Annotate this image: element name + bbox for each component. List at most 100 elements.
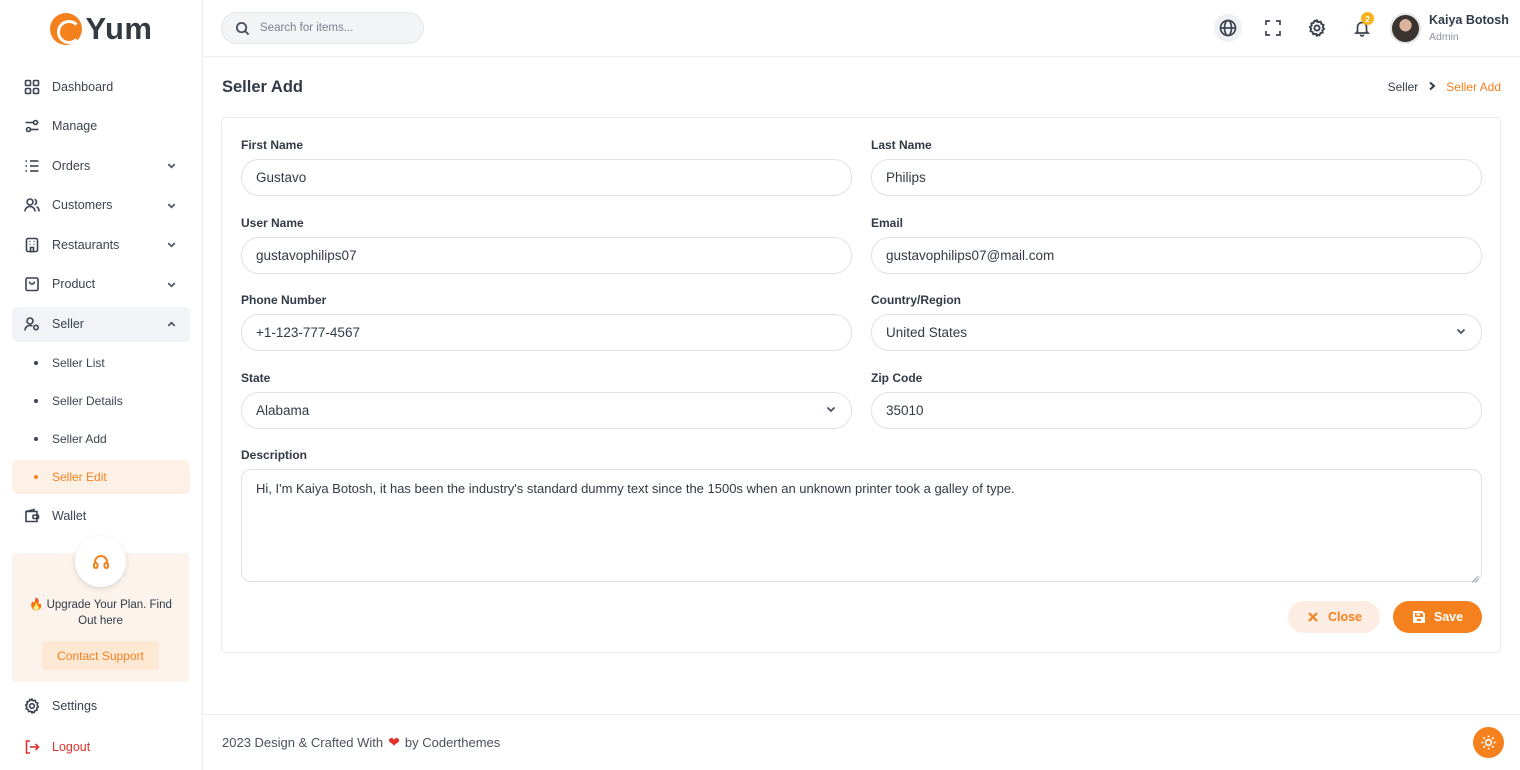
sidebar-item-restaurants[interactable]: Restaurants (12, 227, 190, 262)
sidebar-item-label: Settings (52, 699, 98, 713)
users-icon (24, 197, 40, 213)
state-label: State (241, 371, 271, 385)
footer-prefix: 2023 Design & Crafted With (222, 735, 384, 750)
sidebar-item-wallet[interactable]: Wallet (12, 498, 190, 533)
sidebar-item-logout[interactable]: Logout (12, 730, 189, 764)
first-name-label: First Name (241, 138, 304, 152)
description-value: Hi, I'm Kaiya Botosh, it has been the in… (256, 481, 1015, 496)
avatar[interactable] (1390, 13, 1421, 44)
chevron-down-icon (825, 403, 837, 418)
sidebar-item-product[interactable]: Product (12, 267, 190, 302)
sliders-icon (24, 118, 40, 134)
chevron-up-icon (166, 318, 178, 330)
sidebar-item-customers[interactable]: Customers (12, 188, 190, 223)
sidebar-subitem-seller-edit[interactable]: Seller Edit (12, 460, 190, 495)
description-label: Description (241, 448, 308, 462)
first-name-field[interactable]: Gustavo (241, 159, 852, 196)
last-name-value: Philips (886, 170, 926, 185)
sidebar-item-manage[interactable]: Manage (12, 109, 190, 144)
sidebar-item-dashboard[interactable]: Dashboard (12, 69, 190, 104)
country-label: Country/Region (871, 293, 961, 307)
bullet-icon (34, 475, 38, 480)
fullscreen-icon (1265, 20, 1281, 36)
theme-toggle-button[interactable] (1473, 727, 1504, 758)
sidebar-item-orders[interactable]: Orders (12, 148, 190, 183)
logo[interactable]: Yum (0, 0, 202, 57)
description-textarea[interactable]: Hi, I'm Kaiya Botosh, it has been the in… (241, 469, 1482, 583)
gear-icon (1308, 19, 1326, 37)
email-label: Email (871, 216, 904, 230)
page-title: Seller Add (222, 78, 303, 96)
sidebar-subitem-seller-list[interactable]: Seller List (12, 346, 190, 380)
fullscreen-button[interactable] (1259, 14, 1287, 42)
state-value: Alabama (256, 403, 310, 418)
breadcrumb-parent[interactable]: Seller (1388, 80, 1419, 94)
sidebar-item-label: Wallet (52, 508, 87, 523)
phone-field[interactable]: +1-123-777-4567 (241, 314, 852, 351)
breadcrumb: Seller Seller Add (1388, 80, 1501, 94)
chevron-down-icon (166, 239, 178, 251)
user-name-field[interactable]: gustavophilips07 (241, 237, 852, 274)
notifications-button[interactable]: 2 (1348, 12, 1376, 42)
logout-icon (24, 739, 40, 755)
building-icon (24, 237, 40, 253)
chevron-right-icon (1427, 80, 1437, 94)
email-value: gustavophilips07@mail.com (886, 248, 1055, 263)
save-button[interactable]: Save (1393, 601, 1482, 633)
topbar: 2 Kaiya Botosh Admin (203, 0, 1520, 57)
search-icon (235, 21, 250, 35)
sidebar-subitem-label: Seller Details (52, 394, 123, 409)
zip-label: Zip Code (871, 371, 923, 385)
user-name-label: User Name (241, 216, 304, 230)
sidebar-nav: Dashboard Manage Orders Customers Restau… (0, 57, 202, 533)
bullet-icon (34, 399, 38, 404)
chevron-down-icon (166, 199, 178, 211)
chevron-down-icon (166, 278, 178, 290)
sidebar-item-label: Dashboard (52, 79, 114, 94)
settings-button[interactable] (1303, 14, 1331, 42)
list-icon (24, 158, 40, 174)
last-name-field[interactable]: Philips (871, 159, 1482, 196)
save-icon (1412, 611, 1425, 623)
sidebar-item-seller[interactable]: Seller (12, 306, 190, 342)
first-name-value: Gustavo (256, 170, 307, 185)
close-button[interactable]: Close (1288, 601, 1380, 633)
chevron-down-icon (166, 160, 178, 172)
sidebar-item-label: Restaurants (52, 237, 120, 252)
zip-field[interactable]: 35010 (871, 392, 1482, 429)
save-button-label: Save (1433, 610, 1464, 624)
user-cog-icon (24, 316, 40, 332)
upgrade-text: 🔥 Upgrade Your Plan. Find Out here (29, 599, 172, 627)
footer: 2023 Design & Crafted With ❤ by Coderthe… (203, 714, 1520, 770)
state-select[interactable]: Alabama (241, 392, 852, 429)
sidebar-item-label: Orders (52, 158, 91, 173)
close-icon (1308, 612, 1318, 622)
logo-icon (49, 12, 82, 45)
sidebar-item-label: Customers (52, 198, 113, 213)
email-field[interactable]: gustavophilips07@mail.com (871, 237, 1482, 274)
headset-icon (75, 536, 126, 587)
heart-icon: ❤ (388, 734, 400, 750)
search-input[interactable] (260, 22, 410, 34)
sidebar: Yum Dashboard Manage Orders Customers Re… (0, 0, 203, 770)
country-select[interactable]: United States (871, 314, 1482, 351)
sidebar-item-label: Seller (52, 317, 84, 332)
country-value: United States (886, 325, 968, 340)
upgrade-card: 🔥 Upgrade Your Plan. Find Out here Conta… (12, 536, 189, 682)
language-button[interactable] (1214, 14, 1242, 42)
shopping-bag-icon (24, 276, 40, 292)
bullet-icon (34, 437, 38, 442)
user-role: Admin (1429, 31, 1459, 43)
logo-text: Yum (85, 10, 153, 46)
user-name[interactable]: Kaiya Botosh (1429, 13, 1509, 27)
sidebar-subitem-seller-add[interactable]: Seller Add (12, 422, 190, 456)
sidebar-item-label: Manage (52, 119, 98, 134)
resize-handle-icon[interactable] (1471, 571, 1479, 583)
sidebar-item-settings[interactable]: Settings (12, 689, 189, 723)
contact-support-button[interactable]: Contact Support (42, 641, 159, 670)
phone-label: Phone Number (241, 293, 327, 307)
sidebar-subitem-seller-details[interactable]: Seller Details (12, 384, 190, 418)
wallet-icon (24, 508, 40, 524)
seller-form-card: First Name Gustavo Last Name Philips Use… (221, 117, 1501, 653)
gear-icon (24, 698, 40, 714)
